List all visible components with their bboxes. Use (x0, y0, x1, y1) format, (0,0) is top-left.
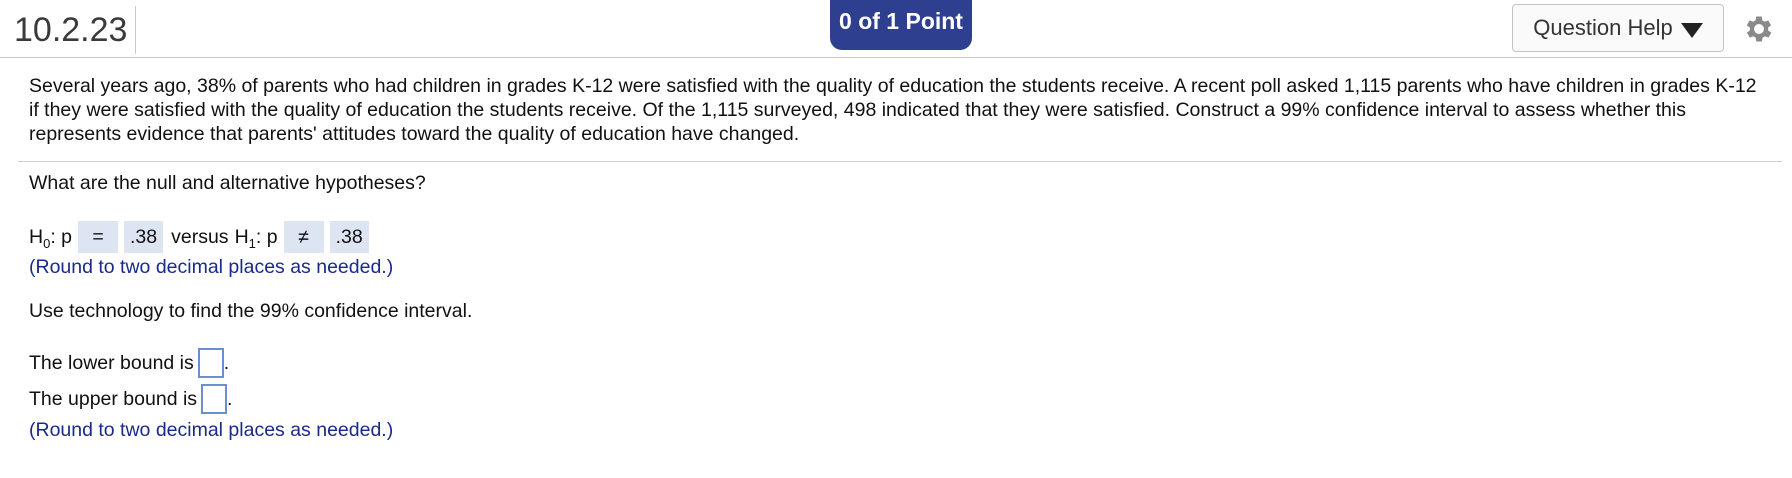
lower-bound-label: The lower bound is (29, 352, 194, 374)
question-number: 10.2.23 (14, 6, 137, 54)
lower-bound-row: The lower bound is . (29, 346, 229, 380)
h0-variable: : p (50, 225, 73, 248)
interval-prompt: Use technology to find the 99% confidenc… (29, 300, 473, 322)
gear-icon[interactable] (1742, 12, 1776, 46)
h0-symbol-answer[interactable]: = (78, 221, 119, 253)
hypotheses-row: H0: p = .38 versus H1: p ≠ .38 (29, 221, 369, 253)
h1-variable: : p (255, 225, 278, 248)
h1-symbol-answer[interactable]: ≠ (283, 221, 324, 253)
question-help-button[interactable]: Question Help (1512, 4, 1724, 52)
h0-subscript: 0 (43, 235, 51, 251)
points-badge: 0 of 1 Point (830, 0, 972, 50)
lower-bound-input[interactable] (197, 348, 224, 378)
upper-bound-label: The upper bound is (29, 388, 198, 410)
h1-label: H (234, 225, 249, 248)
interval-round-note: (Round to two decimal places as needed.) (29, 419, 394, 441)
problem-statement: Several years ago, 38% of parents who ha… (29, 75, 1757, 145)
upper-bound-row: The upper bound is . (29, 382, 232, 416)
chevron-down-icon (1680, 22, 1703, 38)
question-help-label: Question Help (1533, 15, 1673, 40)
upper-bound-period: . (227, 388, 233, 410)
lower-bound-period: . (223, 352, 230, 374)
h0-value-answer[interactable]: .38 (124, 221, 164, 253)
h0-label: H (29, 225, 44, 248)
versus-text: versus (171, 225, 229, 248)
upper-bound-input[interactable] (201, 384, 228, 414)
section-divider (18, 161, 1782, 162)
hypotheses-prompt: What are the null and alternative hypoth… (29, 172, 426, 194)
hypotheses-round-note: (Round to two decimal places as needed.) (29, 256, 394, 278)
h1-subscript: 1 (248, 235, 256, 251)
h1-value-answer[interactable]: .38 (329, 221, 369, 253)
question-header: 10.2.23 0 of 1 Point Question Help (0, 0, 1792, 58)
